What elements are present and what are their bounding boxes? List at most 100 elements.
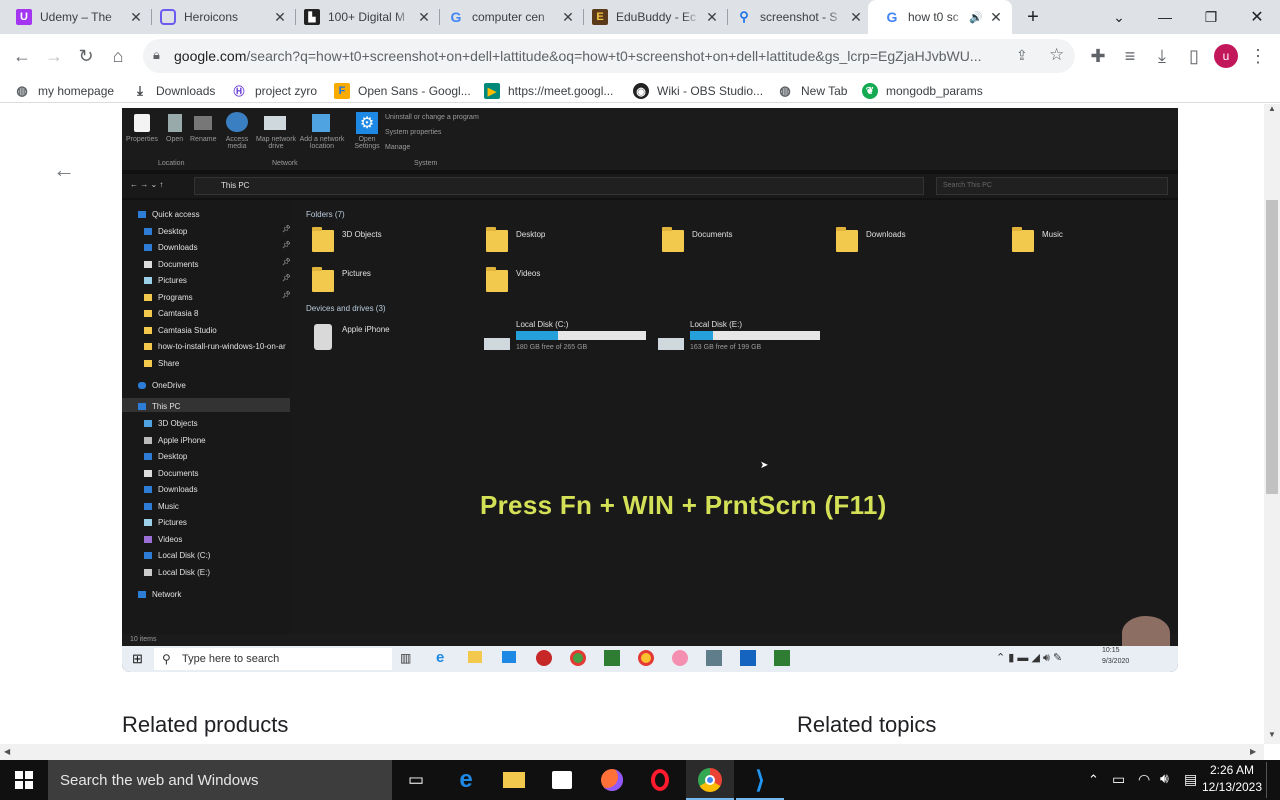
tab-screenshot[interactable]: ⚲ screenshot - S ✕ xyxy=(720,0,872,34)
minimize-icon[interactable]: — xyxy=(1142,0,1188,34)
bookmark-star-icon[interactable]: ☆ xyxy=(1049,45,1064,65)
lock-icon[interactable]: 🔒︎ xyxy=(153,47,160,63)
wifi-icon[interactable]: ◠ xyxy=(1138,771,1150,788)
ribbon-button-label: Map network drive xyxy=(255,136,297,150)
close-icon[interactable]: ✕ xyxy=(988,9,1004,25)
nav-label: 3D Objects xyxy=(158,418,198,428)
close-icon[interactable]: ✕ xyxy=(272,9,288,25)
action-center-icon[interactable]: ▤ xyxy=(1184,771,1197,788)
bookmark-my-homepage[interactable]: ◍ my homepage xyxy=(14,81,114,101)
tab-title: computer cen xyxy=(472,10,545,24)
close-window-icon[interactable]: ✕ xyxy=(1234,0,1280,34)
reload-icon[interactable]: ↻ xyxy=(70,40,102,72)
close-icon[interactable]: ✕ xyxy=(848,9,864,25)
horizontal-scrollbar[interactable]: ◀ ▶ xyxy=(0,744,1264,760)
video-preview[interactable]: ⚙ Properties Open Rename Access media Ma… xyxy=(122,108,1178,672)
drive-free: 180 GB free of 265 GB xyxy=(516,344,588,351)
explorer-search-box: Search This PC xyxy=(936,177,1168,195)
drive-icon xyxy=(144,551,152,559)
taskbar-search-box[interactable]: Search the web and Windows xyxy=(48,760,392,800)
profile-avatar[interactable]: u xyxy=(1214,44,1238,68)
folder-icon xyxy=(503,772,525,788)
battery-icon[interactable]: ▭ xyxy=(1112,771,1125,788)
extensions-icon[interactable]: ✚ xyxy=(1082,40,1114,72)
speaker-icon[interactable]: 🔊 xyxy=(968,9,984,25)
bookmark-obs-wiki[interactable]: ◉ Wiki - OBS Studio... xyxy=(633,81,763,101)
close-icon[interactable]: ✕ xyxy=(128,9,144,25)
bookmark-mongodb[interactable]: ❦ mongodb_params xyxy=(862,81,983,101)
inner-search-box: ⚲ Type here to search xyxy=(154,648,392,670)
bookmark-meet[interactable]: ▶ https://meet.googl... xyxy=(484,81,613,101)
close-icon[interactable]: ✕ xyxy=(704,9,720,25)
nav-label: Music xyxy=(158,501,179,511)
tab-edubuddy[interactable]: E EduBuddy - Ec ✕ xyxy=(576,0,728,34)
tab-digital[interactable]: ▙ 100+ Digital M ✕ xyxy=(288,0,440,34)
opera-icon[interactable] xyxy=(636,760,684,800)
reading-list-icon[interactable]: ≡ xyxy=(1114,40,1146,72)
inner-app-icon xyxy=(740,650,756,666)
chrome-icon[interactable] xyxy=(686,760,734,800)
store-icon[interactable] xyxy=(538,760,586,800)
task-view-icon[interactable]: ▭ xyxy=(392,760,440,800)
clock-time[interactable]: 2:26 AM xyxy=(1206,763,1258,777)
explorer-nav-arrows-icon: ← → ⌄ ↑ xyxy=(130,180,164,189)
nav-item: Share xyxy=(144,357,179,369)
devices-header: Devices and drives (3) xyxy=(306,304,386,313)
home-icon[interactable]: ⌂ xyxy=(102,40,134,72)
drive-c-usage-fill xyxy=(516,331,558,340)
vertical-scrollbar-thumb[interactable] xyxy=(1266,200,1278,494)
back-icon[interactable]: ← xyxy=(6,40,38,72)
related-topics-heading: Related topics xyxy=(797,712,937,737)
bookmark-label: project zyro xyxy=(255,84,318,98)
restore-icon[interactable]: ❐ xyxy=(1188,0,1234,34)
address-bar[interactable]: 🔒︎ google.com/search?q=how+t0+screenshot… xyxy=(143,39,1075,73)
new-tab-button[interactable]: + xyxy=(1010,0,1056,34)
bookmark-new-tab[interactable]: ◍ New Tab xyxy=(777,81,847,101)
vscode-icon[interactable]: ⟩ xyxy=(736,760,784,800)
scroll-down-icon[interactable]: ▼ xyxy=(1268,730,1276,739)
download-icon[interactable]: ⤓ xyxy=(1146,40,1178,72)
bookmarks-bar: ◍ my homepage ⤓ Downloads Ⓗproject zyro FO… xyxy=(0,78,1280,103)
close-icon[interactable]: ✕ xyxy=(416,9,432,25)
show-hidden-icons[interactable]: ⌃ xyxy=(1088,772,1099,788)
tab-heroicons[interactable]: Heroicons ✕ xyxy=(144,0,296,34)
bookmark-project-zyro[interactable]: Ⓗproject zyro xyxy=(231,81,318,101)
tab-search-icon[interactable]: ⌄ xyxy=(1096,0,1142,34)
side-panel-icon[interactable]: ▯ xyxy=(1178,40,1210,72)
back-arrow-icon[interactable]: ← xyxy=(52,157,76,182)
bookmark-open-sans[interactable]: F Open Sans - Googl... xyxy=(334,81,471,101)
scroll-left-icon[interactable]: ◀ xyxy=(4,747,10,756)
tab-how-to-screenshot[interactable]: G how t0 sc 🔊 ✕ xyxy=(868,0,1012,34)
ribbon-link: System properties xyxy=(385,129,442,136)
inner-search-icon: ⚲ xyxy=(162,652,171,666)
show-desktop-button[interactable] xyxy=(1266,762,1276,798)
volume-icon[interactable]: 🔊︎ xyxy=(1160,770,1169,787)
url-text[interactable]: google.com/search?q=how+t0+screenshot+on… xyxy=(174,48,1004,64)
tab-computer-center[interactable]: G computer cen ✕ xyxy=(432,0,584,34)
tab-udemy[interactable]: U Udemy – The ✕ xyxy=(0,0,152,34)
bookmark-downloads[interactable]: ⤓ Downloads xyxy=(132,81,215,101)
nav-item: 3D Objects xyxy=(144,417,198,429)
heroicons-icon xyxy=(160,9,176,25)
drive-free: 163 GB free of 199 GB xyxy=(690,344,762,351)
close-icon[interactable]: ✕ xyxy=(560,9,576,25)
scroll-up-icon[interactable]: ▲ xyxy=(1268,104,1276,113)
explorer-address-text: This PC xyxy=(221,181,250,190)
phone-icon xyxy=(144,436,152,444)
zyro-icon: Ⓗ xyxy=(233,86,245,98)
access-media-icon xyxy=(226,112,248,132)
tab-strip: U Udemy – The ✕ Heroicons ✕ ▙ 100+ Digit… xyxy=(0,0,1280,34)
file-explorer-icon[interactable] xyxy=(490,760,538,800)
firefox-icon[interactable] xyxy=(588,760,636,800)
bookmark-label: New Tab xyxy=(801,84,848,98)
start-button[interactable] xyxy=(0,760,48,800)
phone-icon xyxy=(314,324,332,350)
share-icon[interactable]: ⇪ xyxy=(1016,47,1028,64)
clock-date[interactable]: 12/13/2023 xyxy=(1200,780,1264,794)
forward-icon[interactable]: → xyxy=(38,40,70,72)
edge-icon[interactable]: e xyxy=(442,760,490,800)
bookmark-label: mongodb_params xyxy=(886,84,983,98)
menu-icon[interactable]: ⋮ xyxy=(1242,40,1274,72)
scroll-right-icon[interactable]: ▶ xyxy=(1250,747,1256,756)
inner-chrome-icon xyxy=(570,650,586,666)
